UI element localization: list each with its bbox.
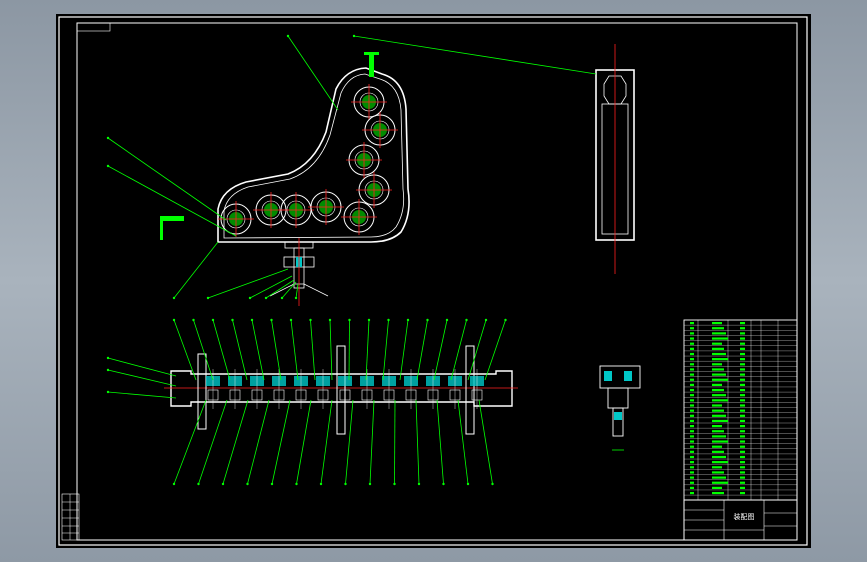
sprocket [308,189,344,225]
left-shaft-mark [160,216,184,221]
top-shaft-mark [369,52,374,77]
assembly-drawing: 装配图 [58,16,808,546]
side-view [595,44,635,274]
title-block: 装配图 [683,499,798,541]
drawing-frame [58,16,808,546]
detail-view [599,365,641,451]
cad-viewport[interactable]: 装配图 [56,14,811,548]
bill-of-materials [683,319,798,501]
inner-border [76,22,798,541]
corner-code-box [76,22,111,32]
sprocket [346,142,382,178]
sprocket [218,201,254,237]
gear-train-section [164,345,518,435]
sprocket [278,192,314,228]
left-info-strip [61,493,80,541]
drawing-name: 装配图 [734,512,755,521]
